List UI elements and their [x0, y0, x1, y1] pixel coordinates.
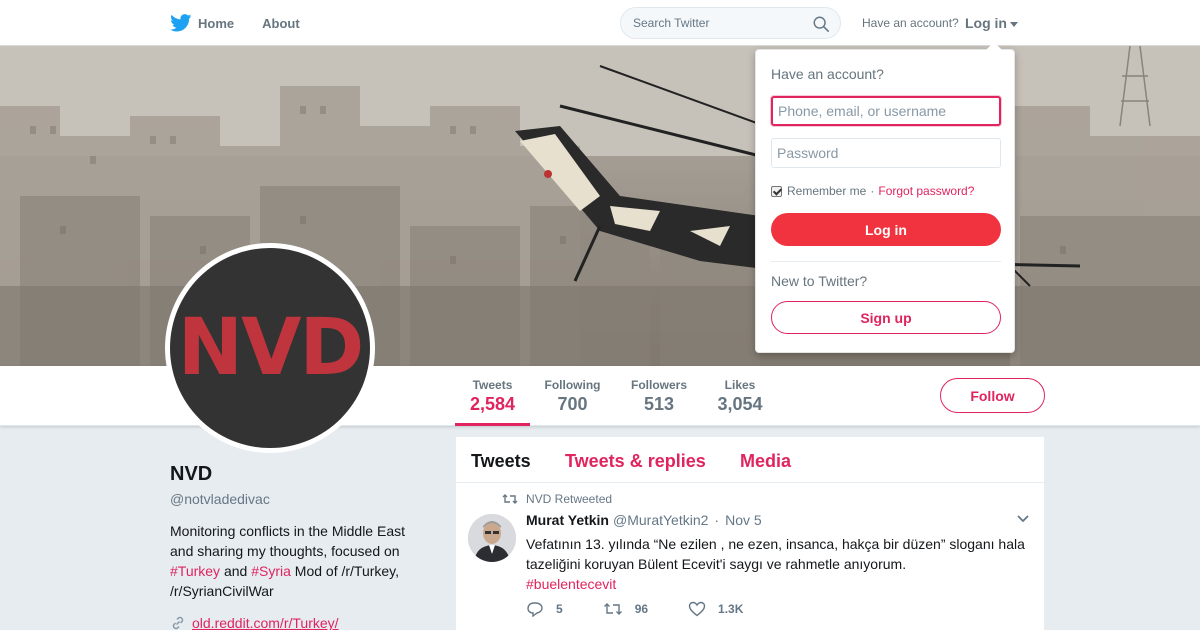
stat-likes-label: Likes [724, 378, 756, 392]
retweet-icon [603, 603, 622, 615]
avatar[interactable]: NVD [165, 243, 375, 453]
tweet-author-handle[interactable]: @MuratYetkin2 [613, 512, 708, 528]
bio-text-1: Monitoring conflicts in the Middle East … [170, 523, 405, 559]
new-to-twitter-text: New to Twitter? [771, 273, 868, 289]
author-photo [468, 514, 516, 562]
tweet-separator: · [714, 512, 720, 528]
stat-followers-value: 513 [643, 394, 675, 414]
nav-about[interactable]: About [262, 16, 300, 31]
profile-link-text: old.reddit.com/r/Turkey/ [192, 615, 339, 630]
username-field[interactable] [771, 96, 1001, 126]
login-menu-toggle[interactable]: Log in [965, 15, 1018, 31]
reply-icon [527, 602, 543, 617]
retweet-context: NVD Retweeted [502, 492, 612, 506]
remember-row: Remember me · Forgot password? [771, 184, 974, 198]
tweet-author-avatar[interactable] [468, 514, 516, 562]
stat-following[interactable]: Following 700 [540, 366, 605, 426]
profile-handle[interactable]: @notvladedivac [170, 491, 270, 507]
tweet-actions: 5 96 1.3K [526, 601, 783, 617]
stat-tweets-value: 2,584 [469, 394, 516, 414]
nav-left: Home About [170, 0, 328, 46]
chevron-down-icon[interactable] [1016, 514, 1030, 524]
login-button[interactable]: Log in [771, 213, 1001, 246]
follow-button[interactable]: Follow [940, 378, 1045, 413]
profile-name[interactable]: NVD [170, 463, 212, 486]
signup-button[interactable]: Sign up [771, 301, 1001, 334]
stat-tweets-label: Tweets [472, 378, 513, 392]
login-dropdown-title: Have an account? [771, 66, 884, 82]
tab-tweets-replies[interactable]: Tweets & replies [565, 451, 706, 472]
reply-count: 5 [556, 602, 563, 616]
stat-tweets[interactable]: Tweets 2,584 [455, 366, 530, 426]
retweet-action[interactable]: 96 [603, 602, 648, 616]
like-action[interactable]: 1.3K [688, 601, 743, 617]
login-dropdown: Have an account? Remember me · Forgot pa… [755, 42, 1015, 353]
remember-separator: · [870, 184, 875, 198]
like-count: 1.3K [718, 602, 744, 616]
tab-tweets[interactable]: Tweets [471, 451, 531, 472]
avatar-image: NVD [170, 248, 370, 448]
tweet-date[interactable]: Nov 5 [725, 512, 762, 528]
retweet-context-text[interactable]: NVD Retweeted [526, 492, 612, 506]
link-icon [172, 616, 184, 630]
tweet-header: Murat Yetkin @MuratYetkin2 · Nov 5 [526, 512, 762, 528]
nav-home[interactable]: Home [170, 14, 234, 32]
dropdown-divider [771, 261, 1001, 262]
caret-down-icon [1010, 21, 1018, 27]
bio-hashtag-turkey[interactable]: #Turkey [170, 563, 220, 579]
timeline-tabs: Tweets Tweets & replies Media [456, 437, 1044, 483]
reply-action[interactable]: 5 [526, 601, 563, 617]
password-field[interactable] [771, 138, 1001, 168]
forgot-password-link[interactable]: Forgot password? [878, 184, 974, 198]
tweet-body: Vefatının 13. yılında “Ne ezilen , ne ez… [526, 536, 1025, 572]
avatar-logo-text: NVD [177, 303, 364, 393]
profile-bio: Monitoring conflicts in the Middle East … [170, 521, 420, 601]
retweet-icon [502, 494, 518, 504]
remember-me-label[interactable]: Remember me [787, 184, 866, 198]
top-nav: Home About Have an account? Log in [0, 0, 1200, 46]
bio-hashtag-syria[interactable]: #Syria [251, 563, 291, 579]
tweet[interactable]: NVD Retweeted Murat Yetkin @MuratYetkin2… [456, 483, 1044, 630]
stat-likes[interactable]: Likes 3,054 [710, 366, 770, 426]
search-icon[interactable] [812, 15, 830, 33]
search-box[interactable] [620, 7, 841, 39]
stat-following-value: 700 [557, 394, 588, 414]
nav-home-label: Home [198, 15, 235, 31]
bio-text-2: and [220, 563, 252, 579]
stat-followers-label: Followers [630, 378, 687, 392]
twitter-bird-icon [170, 14, 192, 32]
tweet-author-name[interactable]: Murat Yetkin [526, 512, 609, 528]
stat-likes-value: 3,054 [717, 394, 763, 414]
profile-link[interactable]: old.reddit.com/r/Turkey/ [170, 615, 339, 630]
nav-about-label: About [262, 15, 300, 31]
dropdown-arrow [986, 42, 1002, 50]
tweet-hashtag[interactable]: #buelentecevit [526, 576, 616, 592]
have-account-text: Have an account? [862, 16, 959, 30]
stat-following-label: Following [544, 378, 601, 392]
like-icon [688, 601, 706, 617]
tab-media[interactable]: Media [740, 451, 791, 472]
stat-followers[interactable]: Followers 513 [625, 366, 693, 426]
remember-me-checkbox[interactable] [771, 185, 782, 197]
timeline: Tweets Tweets & replies Media NVD Retwee… [456, 437, 1044, 630]
search-input[interactable] [633, 16, 803, 30]
login-menu-label: Log in [965, 15, 1007, 31]
retweet-count: 96 [634, 602, 649, 616]
tweet-text: Vefatının 13. yılında “Ne ezilen , ne ez… [526, 534, 1026, 594]
